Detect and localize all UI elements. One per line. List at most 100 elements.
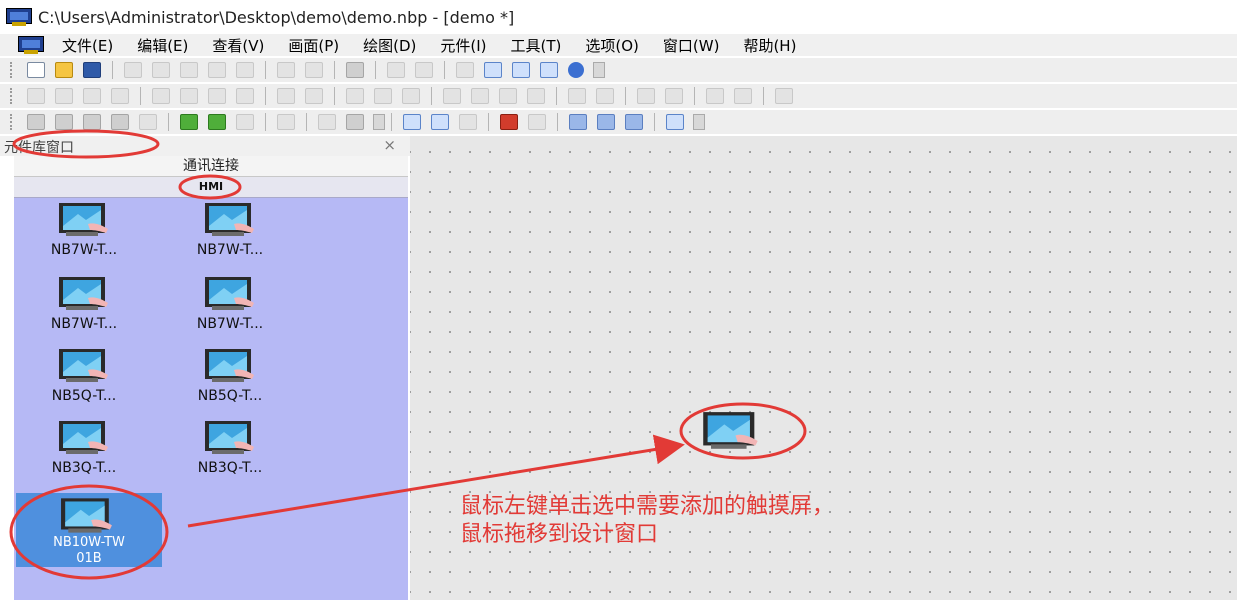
find-icon[interactable] <box>346 62 364 78</box>
selected-component-item[interactable]: NB10W-TW 01B <box>16 493 162 567</box>
component-label: NB7W-T... <box>50 316 118 332</box>
bit-switch-icon[interactable] <box>403 114 421 130</box>
menu-options[interactable]: 选项(O) <box>585 35 639 56</box>
menu-screen[interactable]: 画面(P) <box>288 35 339 56</box>
component-item[interactable]: NB3Q-T... <box>160 418 300 488</box>
dropped-hmi-icon[interactable] <box>702 411 760 451</box>
delete-icon[interactable] <box>236 62 254 78</box>
duplicate-icon[interactable] <box>208 62 226 78</box>
component-item[interactable]: NB3Q-T... <box>14 418 154 488</box>
space-v-icon[interactable] <box>665 88 683 104</box>
lamp-icon[interactable] <box>346 114 364 130</box>
help-icon[interactable] <box>568 62 584 78</box>
recipe-icon[interactable] <box>528 114 546 130</box>
toolbar-grip[interactable] <box>10 88 14 104</box>
function-key-icon[interactable] <box>459 114 477 130</box>
subcategory-header[interactable]: HMI <box>14 177 408 198</box>
menu-draw[interactable]: 绘图(D) <box>363 35 416 56</box>
grid-icon[interactable] <box>55 114 73 130</box>
menu-tools[interactable]: 工具(T) <box>511 35 562 56</box>
trend-chart-icon[interactable] <box>569 114 587 130</box>
align-left-icon[interactable] <box>27 88 45 104</box>
toolbar-grip[interactable] <box>10 114 14 130</box>
menu-edit[interactable]: 编辑(E) <box>137 35 188 56</box>
bar-chart-icon[interactable] <box>597 114 615 130</box>
same-height-icon[interactable] <box>305 88 323 104</box>
menu-window[interactable]: 窗口(W) <box>663 35 720 56</box>
component-item[interactable]: NB7W-T... <box>160 274 300 344</box>
toolbar-grip[interactable] <box>10 62 14 78</box>
screen-icon[interactable] <box>456 62 474 78</box>
save-icon[interactable] <box>83 62 101 78</box>
bar-icon[interactable] <box>734 88 752 104</box>
backward-icon[interactable] <box>527 88 545 104</box>
component-item[interactable]: NB7W-T... <box>14 200 154 270</box>
toolbar-separator <box>265 113 266 131</box>
layout-icon-2[interactable] <box>512 62 530 78</box>
toolbar-separator <box>694 87 695 105</box>
numeric-input-icon[interactable] <box>666 114 684 130</box>
cut-icon[interactable] <box>124 62 142 78</box>
align-top-icon[interactable] <box>111 88 129 104</box>
align-center-icon[interactable] <box>55 88 73 104</box>
print-icon[interactable] <box>415 62 433 78</box>
toolbar-separator <box>375 61 376 79</box>
component-item[interactable]: NB5Q-T... <box>160 346 300 416</box>
group-icon[interactable] <box>402 88 420 104</box>
undo-icon[interactable] <box>277 62 295 78</box>
mirror-icon[interactable] <box>775 88 793 104</box>
compile-icon[interactable] <box>180 114 198 130</box>
paste-icon[interactable] <box>180 62 198 78</box>
download-icon[interactable] <box>208 114 226 130</box>
upload-icon[interactable] <box>236 114 254 130</box>
camera-icon[interactable] <box>139 114 157 130</box>
flip-v-icon[interactable] <box>596 88 614 104</box>
distribute-h-icon[interactable] <box>208 88 226 104</box>
redo-icon[interactable] <box>305 62 323 78</box>
align-bottom-icon[interactable] <box>180 88 198 104</box>
space-h-icon[interactable] <box>637 88 655 104</box>
same-width-icon[interactable] <box>277 88 295 104</box>
distribute-v-icon[interactable] <box>236 88 254 104</box>
copy-icon[interactable] <box>152 62 170 78</box>
library-close-button[interactable]: × <box>383 136 396 154</box>
text-icon[interactable] <box>277 114 295 130</box>
menu-help[interactable]: 帮助(H) <box>743 35 796 56</box>
open-folder-icon[interactable] <box>55 62 73 78</box>
toolbar-overflow-icon[interactable] <box>693 114 705 130</box>
toolbar-overflow-icon[interactable] <box>593 62 605 78</box>
line-icon[interactable] <box>706 88 724 104</box>
print-preview-icon[interactable] <box>387 62 405 78</box>
alarm-icon[interactable] <box>500 114 518 130</box>
screen-list-icon[interactable] <box>83 114 101 130</box>
category-header[interactable]: 通讯连接 <box>14 156 408 177</box>
layout-icon-3[interactable] <box>540 62 558 78</box>
menu-view[interactable]: 查看(V) <box>212 35 264 56</box>
layout-icon-1[interactable] <box>484 62 502 78</box>
bring-front-icon[interactable] <box>443 88 461 104</box>
library-icon[interactable] <box>27 114 45 130</box>
toolbar-overflow-icon[interactable] <box>373 114 385 130</box>
new-file-icon[interactable] <box>27 62 45 78</box>
doc-menu-icon[interactable] <box>18 36 44 54</box>
xy-chart-icon[interactable] <box>625 114 643 130</box>
hmi-icon <box>58 420 110 456</box>
align-right-icon[interactable] <box>83 88 101 104</box>
menu-file[interactable]: 文件(E) <box>62 35 113 56</box>
message-icon[interactable] <box>111 114 129 130</box>
component-item[interactable]: NB5Q-T... <box>14 346 154 416</box>
component-item[interactable]: NB7W-T... <box>14 274 154 344</box>
component-label: NB3Q-T... <box>197 460 263 476</box>
design-canvas[interactable]: 鼠标左键单击选中需要添加的触摸屏， 鼠标拖移到设计窗口 <box>410 136 1237 600</box>
h-center-icon[interactable] <box>346 88 364 104</box>
component-item[interactable]: NB7W-T... <box>160 200 300 270</box>
component-label: NB3Q-T... <box>51 460 117 476</box>
v-center-icon[interactable] <box>374 88 392 104</box>
word-switch-icon[interactable] <box>431 114 449 130</box>
menu-parts[interactable]: 元件(I) <box>440 35 486 56</box>
send-back-icon[interactable] <box>471 88 489 104</box>
align-middle-icon[interactable] <box>152 88 170 104</box>
flip-h-icon[interactable] <box>568 88 586 104</box>
forward-icon[interactable] <box>499 88 517 104</box>
button-icon[interactable] <box>318 114 336 130</box>
